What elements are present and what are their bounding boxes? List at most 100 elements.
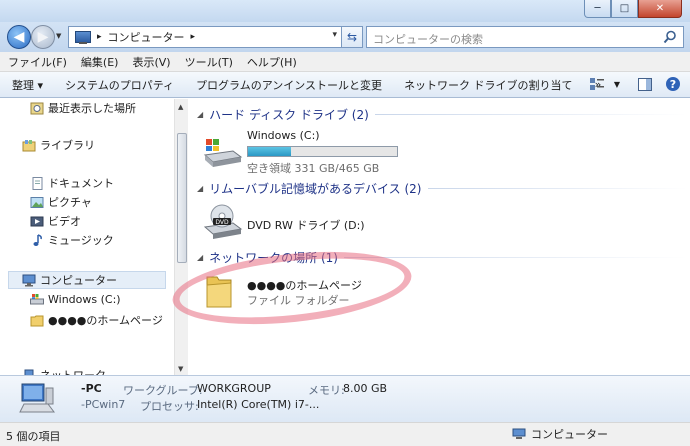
documents-icon bbox=[32, 176, 43, 190]
sidebar-item-music[interactable]: ミュージック bbox=[30, 231, 114, 249]
pictures-icon bbox=[30, 196, 44, 208]
group-divider bbox=[343, 257, 687, 258]
item-count: 5 個の項目 bbox=[6, 430, 61, 443]
sidebar-item-label: 最近表示した場所 bbox=[48, 102, 136, 115]
menu-edit[interactable]: 編集(E) bbox=[81, 54, 119, 70]
scrollbar-thumb[interactable] bbox=[177, 133, 187, 263]
address-bar[interactable]: ▸ コンピューター ▸ ▾ bbox=[68, 26, 342, 48]
sidebar-item-label: ライブラリ bbox=[40, 139, 95, 152]
computer-icon bbox=[75, 31, 91, 44]
sidebar-item-documents[interactable]: ドキュメント bbox=[30, 174, 114, 192]
menu-view[interactable]: 表示(V) bbox=[132, 54, 170, 70]
forward-button[interactable]: ▶ bbox=[31, 25, 55, 49]
music-icon bbox=[33, 233, 42, 246]
drive-name: DVD RW ドライブ (D:) bbox=[247, 219, 365, 232]
computer-icon bbox=[22, 274, 36, 286]
refresh-button[interactable]: ⇆ bbox=[341, 26, 363, 48]
command-bar: 整理 ▾ システムのプロパティ プログラムのアンインストールと変更 ネットワーク… bbox=[0, 72, 690, 98]
preview-pane-icon[interactable] bbox=[636, 76, 654, 92]
menu-tools[interactable]: ツール(T) bbox=[185, 54, 233, 70]
videos-icon bbox=[30, 216, 44, 226]
sidebar-item-videos[interactable]: ビデオ bbox=[30, 212, 81, 230]
help-icon[interactable]: ? bbox=[664, 76, 682, 92]
hard-drive-icon bbox=[203, 139, 243, 167]
details-pane: -PC -PCwin7 ワークグループ: WORKGROUP メモリ: 8.00… bbox=[0, 375, 690, 422]
organize-button[interactable]: 整理 ▾ bbox=[12, 77, 43, 93]
sidebar-item-libraries[interactable]: ライブラリ bbox=[22, 136, 95, 154]
sidebar-item-pictures[interactable]: ピクチャ bbox=[30, 193, 92, 211]
drive-free-space: 空き領域 331 GB/465 GB bbox=[247, 162, 380, 175]
collapse-arrow-icon[interactable]: ◢ bbox=[197, 253, 203, 262]
sidebar-item-label: ●●●●のホームページ bbox=[48, 314, 163, 327]
title-bar: ─ □ ✕ bbox=[0, 0, 690, 24]
sidebar-item-label: ドキュメント bbox=[48, 177, 114, 190]
workgroup-label: ワークグループ: bbox=[123, 384, 203, 397]
group-removable-storage[interactable]: ◢ リムーバブル記憶域があるデバイス (2) bbox=[197, 180, 687, 197]
maximize-button[interactable]: □ bbox=[611, 0, 638, 18]
computer-icon bbox=[512, 428, 526, 439]
navigation-scrollbar[interactable]: ▲ ▼ bbox=[174, 99, 188, 375]
computer-full-name: -PCwin7 bbox=[81, 398, 126, 411]
collapse-arrow-icon[interactable]: ◢ bbox=[197, 184, 203, 193]
svg-text:DVD: DVD bbox=[215, 219, 229, 226]
recent-places-icon bbox=[30, 102, 44, 114]
close-button[interactable]: ✕ bbox=[638, 0, 682, 18]
content-pane: ◢ ハード ディスク ドライブ (2) Windows (C:) 空き領域 33… bbox=[189, 99, 690, 375]
view-controls: ▼ ? bbox=[578, 76, 682, 92]
address-dropdown-icon[interactable]: ▾ bbox=[332, 30, 337, 40]
sidebar-item-recent-places[interactable]: 最近表示した場所 bbox=[30, 99, 136, 117]
search-box[interactable]: コンピューターの検索 bbox=[366, 26, 684, 48]
history-dropdown-icon[interactable]: ▼ bbox=[56, 32, 61, 40]
drive-usage-bar bbox=[247, 146, 398, 157]
search-input[interactable]: コンピューターの検索 bbox=[373, 31, 483, 47]
search-icon[interactable] bbox=[663, 30, 677, 44]
breadcrumb-computer[interactable]: コンピューター bbox=[108, 29, 185, 45]
memory-value: 8.00 GB bbox=[343, 382, 388, 395]
change-view-icon[interactable] bbox=[588, 76, 606, 92]
sidebar-item-homepage-folder[interactable]: ●●●●のホームページ bbox=[30, 311, 163, 329]
back-button[interactable]: ◀ bbox=[7, 25, 31, 49]
status-location: コンピューター bbox=[512, 426, 608, 442]
computer-name: -PC bbox=[81, 382, 102, 395]
map-network-drive-button[interactable]: ネットワーク ドライブの割り当て bbox=[404, 77, 573, 93]
status-bar: 5 個の項目 コンピューター bbox=[0, 422, 690, 446]
breadcrumb-chevron-icon[interactable]: ▸ bbox=[97, 32, 102, 42]
sidebar-item-label: ビデオ bbox=[48, 215, 81, 228]
group-title: ハード ディスク ドライブ (2) bbox=[209, 108, 369, 122]
group-divider bbox=[374, 114, 687, 115]
sidebar-item-windows-c[interactable]: Windows (C:) bbox=[30, 290, 121, 308]
uninstall-program-button[interactable]: プログラムのアンインストールと変更 bbox=[196, 77, 382, 93]
processor-label: プロセッサ: bbox=[140, 400, 199, 413]
navigation-pane: 最近表示した場所 ライブラリ ドキュメント ピクチャ ビデオ ミュージック コン… bbox=[0, 99, 188, 375]
scroll-up-icon[interactable]: ▲ bbox=[178, 103, 183, 111]
breadcrumb-chevron-icon[interactable]: ▸ bbox=[191, 32, 196, 42]
sidebar-item-label: コンピューター bbox=[40, 274, 117, 287]
sidebar-item-computer[interactable]: コンピューター bbox=[22, 271, 117, 289]
view-dropdown-icon[interactable]: ▼ bbox=[608, 76, 626, 92]
libraries-icon bbox=[22, 139, 36, 151]
group-hard-disk-drives[interactable]: ◢ ハード ディスク ドライブ (2) bbox=[197, 106, 687, 123]
drive-usage-fill bbox=[248, 147, 291, 156]
sidebar-item-label: ミュージック bbox=[48, 234, 114, 247]
minimize-button[interactable]: ─ bbox=[584, 0, 611, 18]
group-divider bbox=[427, 188, 687, 189]
computer-icon bbox=[19, 383, 55, 413]
system-properties-button[interactable]: システムのプロパティ bbox=[65, 77, 174, 93]
scroll-down-icon[interactable]: ▼ bbox=[178, 365, 183, 373]
menu-help[interactable]: ヘルプ(H) bbox=[247, 54, 297, 70]
folder-icon bbox=[30, 315, 44, 326]
refresh-icon: ⇆ bbox=[346, 30, 358, 44]
drive-icon bbox=[30, 293, 44, 304]
sidebar-item-label: ピクチャ bbox=[48, 196, 92, 209]
memory-label: メモリ: bbox=[308, 384, 345, 397]
group-title: リムーバブル記憶域があるデバイス (2) bbox=[209, 182, 422, 196]
collapse-arrow-icon[interactable]: ◢ bbox=[197, 110, 203, 119]
processor-value: Intel(R) Core(TM) i7-... bbox=[197, 398, 320, 411]
window-controls: ─ □ ✕ bbox=[584, 0, 682, 18]
svg-text:?: ? bbox=[670, 78, 676, 91]
sidebar-item-label: Windows (C:) bbox=[48, 292, 121, 306]
drive-name: Windows (C:) bbox=[247, 129, 320, 142]
menu-bar: ファイル(F) 編集(E) 表示(V) ツール(T) ヘルプ(H) bbox=[0, 52, 690, 72]
sidebar-item-network[interactable]: ネットワーク bbox=[22, 366, 106, 375]
menu-file[interactable]: ファイル(F) bbox=[8, 54, 67, 70]
